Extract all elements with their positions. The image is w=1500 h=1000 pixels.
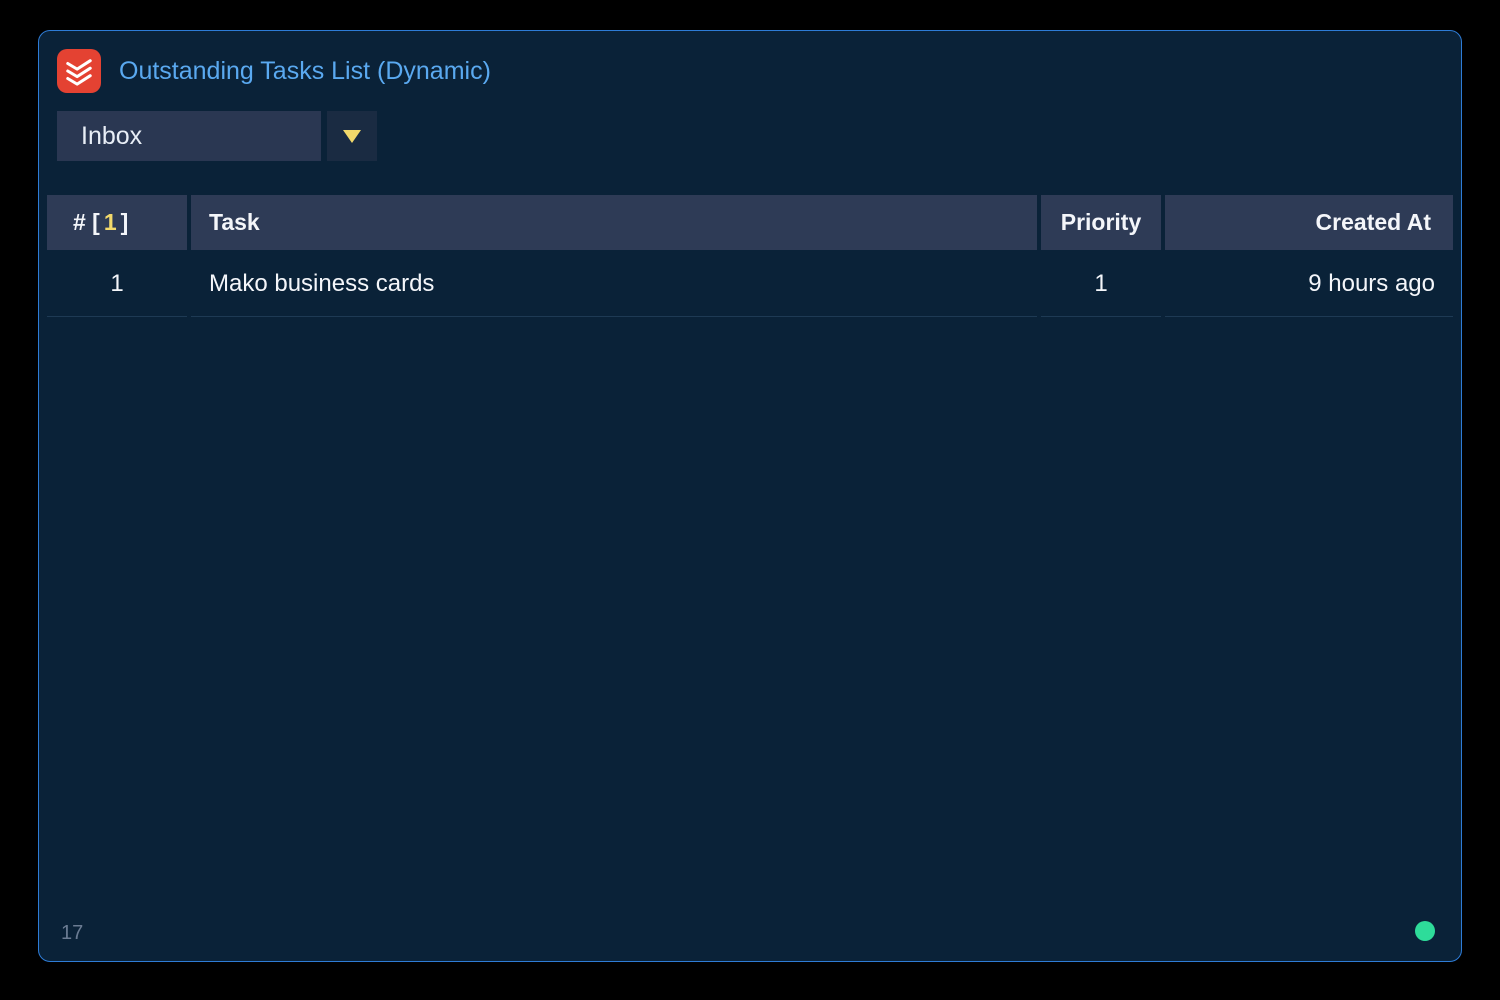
table-header-row: # [1] Task Priority Created At: [47, 195, 1453, 250]
status-indicator: [1415, 921, 1435, 941]
tasks-table-wrap: # [1] Task Priority Created At 1Mako bus…: [39, 161, 1461, 317]
cell-row-number: 1: [47, 250, 187, 317]
tasks-panel: Outstanding Tasks List (Dynamic) Inbox #…: [38, 30, 1462, 962]
filter-row: Inbox: [39, 93, 1461, 161]
tasks-table: # [1] Task Priority Created At 1Mako bus…: [43, 195, 1457, 317]
column-header-count[interactable]: # [1]: [47, 195, 187, 250]
task-count: 1: [100, 209, 121, 235]
project-select-value: Inbox: [81, 122, 142, 151]
cell-task-name: Mako business cards: [191, 250, 1037, 317]
project-select[interactable]: Inbox: [57, 111, 321, 161]
column-header-task[interactable]: Task: [191, 195, 1037, 250]
footer-page-number: 17: [61, 922, 83, 945]
cell-priority: 1: [1041, 250, 1161, 317]
count-suffix: ]: [121, 209, 129, 235]
todoist-icon: [57, 49, 101, 93]
panel-title: Outstanding Tasks List (Dynamic): [119, 57, 491, 86]
count-prefix: # [: [73, 209, 100, 235]
project-select-toggle[interactable]: [327, 111, 377, 161]
table-row[interactable]: 1Mako business cards19 hours ago: [47, 250, 1453, 317]
cell-created-at: 9 hours ago: [1165, 250, 1453, 317]
column-header-created[interactable]: Created At: [1165, 195, 1453, 250]
chevron-down-icon: [343, 130, 361, 143]
column-header-priority[interactable]: Priority: [1041, 195, 1161, 250]
panel-header: Outstanding Tasks List (Dynamic): [39, 49, 1461, 93]
